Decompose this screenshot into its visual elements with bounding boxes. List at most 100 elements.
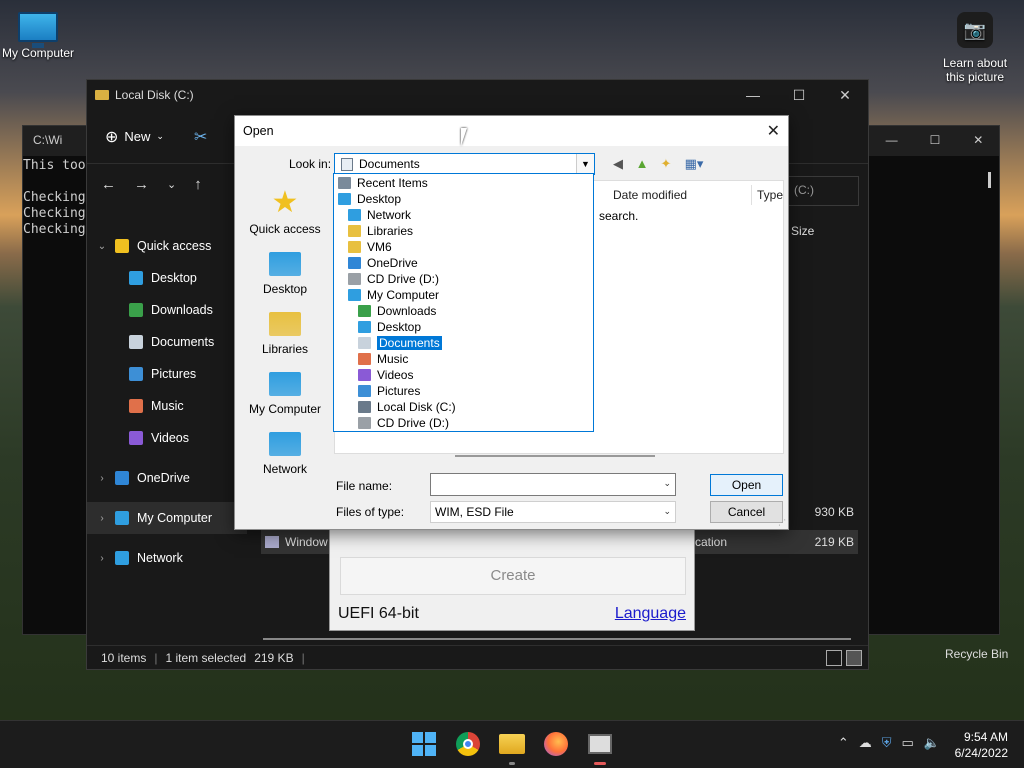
file-name-input[interactable]: ⌄: [430, 473, 676, 496]
sidebar-item-my-computer[interactable]: › My Computer: [87, 502, 247, 534]
chevron-down-icon[interactable]: ⌄: [663, 506, 671, 517]
dropdown-item-recent-items[interactable]: Recent Items: [338, 175, 428, 191]
close-icon[interactable]: ✕: [767, 121, 780, 141]
dialog-hscroll[interactable]: [455, 455, 655, 457]
status-selected: 1 item selected: [165, 650, 247, 665]
place-my-computer[interactable]: My Computer: [243, 362, 327, 422]
sidebar-item-downloads[interactable]: Downloads✦: [87, 294, 253, 326]
place-label: My Computer: [248, 402, 322, 416]
sidebar-item-videos[interactable]: Videos: [87, 422, 247, 454]
chrome-icon[interactable]: [454, 730, 482, 758]
chevron-down-icon[interactable]: ⌄: [663, 478, 671, 489]
rufus-window[interactable]: Create UEFI 64-bit Language: [329, 520, 695, 631]
dropdown-item-documents[interactable]: Documents: [358, 335, 442, 351]
sidebar-item-quick-access[interactable]: ⌄ Quick access: [87, 230, 247, 262]
maximize-icon[interactable]: ☐: [913, 126, 956, 154]
chevron-right-icon[interactable]: ›: [95, 513, 109, 524]
place-quick-access[interactable]: ★ Quick access: [243, 182, 327, 242]
create-button[interactable]: Create: [340, 557, 686, 595]
file-explorer-icon[interactable]: [498, 730, 526, 765]
chevron-right-icon[interactable]: ›: [95, 473, 109, 484]
recycle-bin-label[interactable]: Recycle Bin: [945, 647, 1008, 661]
start-button[interactable]: [410, 730, 438, 758]
dropdown-item-my-computer[interactable]: My Computer: [348, 287, 439, 303]
cmd-scrollbar[interactable]: [988, 172, 991, 188]
chevron-down-icon[interactable]: ⌄: [167, 178, 176, 191]
desktop-icon: [129, 271, 143, 285]
dropdown-item-pictures[interactable]: Pictures: [358, 383, 420, 399]
place-network[interactable]: Network: [243, 422, 327, 482]
dropdown-item-local-disk-c[interactable]: Local Disk (C:): [358, 399, 456, 415]
network-icon: [348, 209, 361, 221]
forward-arrow-icon[interactable]: →: [134, 176, 149, 193]
dropdown-item-label: Desktop: [357, 192, 402, 206]
desktop-icon: [338, 193, 351, 205]
dropdown-item-libraries[interactable]: Libraries: [348, 223, 413, 239]
close-icon[interactable]: ✕: [957, 126, 1000, 154]
sidebar-item-documents[interactable]: Documents✦: [87, 326, 253, 358]
dropdown-item-cd-drive-d[interactable]: CD Drive (D:): [348, 271, 439, 287]
view-menu-icon[interactable]: ▦▾: [682, 156, 706, 172]
minimize-icon[interactable]: —: [870, 126, 913, 154]
dropdown-item-vm6[interactable]: VM6: [348, 239, 392, 255]
music-icon: [129, 399, 143, 413]
dropdown-item-desktop[interactable]: Desktop: [338, 191, 401, 207]
clock[interactable]: 9:54 AM 6/24/2022: [955, 729, 1008, 761]
chevron-down-icon[interactable]: ⌄: [95, 241, 109, 252]
up-folder-icon[interactable]: ▲: [634, 156, 650, 172]
sidebar-item-music[interactable]: Music: [87, 390, 247, 422]
language-link[interactable]: Language: [615, 605, 686, 623]
dropdown-item-desktop[interactable]: Desktop: [358, 319, 421, 335]
details-view-icon[interactable]: [826, 650, 842, 666]
security-shield-icon[interactable]: ⛨: [882, 735, 892, 751]
place-libraries[interactable]: Libraries: [243, 302, 327, 362]
network-off-icon[interactable]: ☁: [859, 735, 872, 751]
back-circle-icon[interactable]: ◀: [610, 156, 626, 172]
desktop-my-computer[interactable]: My Computer: [0, 12, 76, 60]
new-button[interactable]: ⊕ New ⌄: [105, 127, 164, 147]
column-type[interactable]: Type: [757, 185, 783, 205]
maximize-icon[interactable]: ☐: [776, 80, 822, 110]
sidebar-item-pictures[interactable]: Pictures✦: [87, 358, 253, 390]
minimize-icon[interactable]: —: [730, 80, 776, 110]
look-in-dropdown[interactable]: Recent Items Desktop Network Libraries VM6 On…: [333, 173, 594, 432]
dropdown-item-label: Music: [377, 352, 409, 366]
monitor-icon[interactable]: ▭: [902, 735, 914, 751]
explorer-search-box[interactable]: (C:): [787, 176, 859, 206]
close-icon[interactable]: ✕: [822, 80, 868, 110]
dropdown-item-label: Videos: [377, 368, 414, 382]
download-icon: [358, 305, 371, 317]
horizontal-scrollbar[interactable]: [263, 638, 851, 640]
column-size[interactable]: Size: [791, 224, 814, 238]
rufus-taskbar-icon[interactable]: [586, 730, 614, 765]
dropdown-item-videos[interactable]: Videos: [358, 367, 413, 383]
tiles-view-icon[interactable]: [846, 650, 862, 666]
sidebar-item-network[interactable]: › Network: [87, 542, 247, 574]
files-of-type-select[interactable]: WIM, ESD File ⌄: [430, 501, 676, 523]
sidebar-item-onedrive[interactable]: › OneDrive: [87, 462, 247, 494]
look-in-select[interactable]: Documents ▼: [334, 153, 595, 175]
chevron-down-icon[interactable]: ▼: [576, 154, 594, 174]
new-folder-icon[interactable]: ✦: [658, 156, 674, 172]
back-arrow-icon[interactable]: ←: [101, 176, 116, 193]
speaker-icon[interactable]: 🔈: [924, 735, 940, 751]
resize-grip-icon[interactable]: ⋰: [778, 518, 786, 527]
chevron-up-icon[interactable]: ⌃: [838, 735, 849, 751]
dropdown-item-downloads[interactable]: Downloads: [358, 303, 436, 319]
status-items: 10 items: [101, 650, 147, 665]
sidebar-item-desktop[interactable]: Desktop✦: [87, 262, 253, 294]
dropdown-item-onedrive[interactable]: OneDrive: [348, 255, 418, 271]
up-arrow-icon[interactable]: ↑: [194, 176, 202, 193]
dropdown-item-label: Network: [367, 208, 412, 222]
dropdown-item-music[interactable]: Music: [358, 351, 408, 367]
chevron-right-icon[interactable]: ›: [95, 553, 109, 564]
dropdown-item-cd-drive-d[interactable]: CD Drive (D:): [358, 415, 449, 431]
learn-about-picture[interactable]: 📷 Learn about this picture: [940, 12, 1010, 84]
place-desktop[interactable]: Desktop: [243, 242, 327, 302]
firefox-icon[interactable]: [542, 730, 570, 758]
open-button[interactable]: Open: [710, 474, 783, 496]
cancel-button[interactable]: Cancel: [710, 501, 783, 523]
column-date-modified[interactable]: Date modified: [613, 185, 687, 205]
dropdown-item-network[interactable]: Network: [348, 207, 411, 223]
scissors-icon[interactable]: ✂: [194, 127, 207, 147]
